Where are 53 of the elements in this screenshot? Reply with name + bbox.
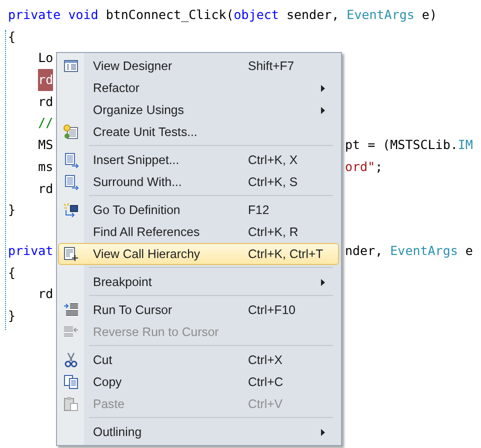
code-string: ord" <box>345 158 376 176</box>
code-text: { <box>8 28 16 46</box>
code-text: ms <box>38 158 54 176</box>
code-text: rd <box>38 285 54 304</box>
code-text: rd <box>38 180 54 198</box>
menu-item[interactable]: Refactor <box>58 77 339 99</box>
code-text: sender, <box>285 6 340 24</box>
menu-item[interactable]: Run To Cursor Ctrl+F10 <box>58 299 339 321</box>
submenu-arrow-icon <box>321 106 325 114</box>
menu-item[interactable]: Go To Definition F12 <box>58 199 339 221</box>
code-keyword: object <box>234 6 279 24</box>
selected-code: rd <box>38 69 54 91</box>
scissors-icon <box>62 352 78 368</box>
code-text: ; <box>375 158 383 176</box>
document-arrow-icon <box>62 174 78 190</box>
code-comment: // <box>38 114 54 132</box>
code-text: rd <box>38 92 54 111</box>
menu-item[interactable]: View Designer Shift+F7 <box>58 55 339 77</box>
menu-item[interactable]: Find All References Ctrl+K, R <box>58 221 339 243</box>
code-text: pt = (MSTSCLib. <box>345 136 458 154</box>
menu-item[interactable]: Organize Usings <box>58 99 339 121</box>
submenu-arrow-icon <box>321 278 325 286</box>
code-keyword: private void <box>8 6 98 24</box>
menu-item[interactable]: Breakpoint <box>58 271 339 293</box>
code-text: nder, <box>345 242 384 260</box>
window-icon <box>62 58 78 74</box>
code-keyword: privat <box>8 242 54 260</box>
submenu-arrow-icon <box>321 84 325 92</box>
menu-item[interactable]: Cut Ctrl+X <box>58 349 339 371</box>
menu-item[interactable]: View Call Hierarchy Ctrl+K, Ctrl+T <box>58 243 339 265</box>
code-text: Lo <box>38 49 54 68</box>
code-type: IM <box>458 136 473 154</box>
code-text: e) <box>420 6 437 24</box>
menu-item[interactable]: Outlining <box>58 421 339 443</box>
paste-icon <box>62 396 78 412</box>
code-type: EventArgs <box>390 242 458 260</box>
code-text: { <box>8 264 16 282</box>
menu-item[interactable]: Create Unit Tests... <box>58 121 339 143</box>
code-text: e <box>464 242 473 260</box>
code-text: MS <box>38 136 54 154</box>
code-text: btnConnect_Click( <box>104 6 234 24</box>
code-type: EventArgs <box>346 6 414 24</box>
submenu-arrow-icon <box>321 428 325 436</box>
menu-item[interactable]: Surround With... Ctrl+K, S <box>58 171 339 193</box>
test-document-icon <box>62 124 78 140</box>
run-to-cursor-icon <box>62 302 78 318</box>
menu-item[interactable]: Insert Snippet... Ctrl+K, X <box>58 149 339 171</box>
code-text: } <box>8 201 16 220</box>
copy-icon <box>62 374 78 390</box>
document-arrow-icon <box>62 152 78 168</box>
menu-item[interactable]: Copy Ctrl+C <box>58 371 339 393</box>
definition-arrow-icon <box>62 202 78 218</box>
code-text: } <box>8 306 16 325</box>
